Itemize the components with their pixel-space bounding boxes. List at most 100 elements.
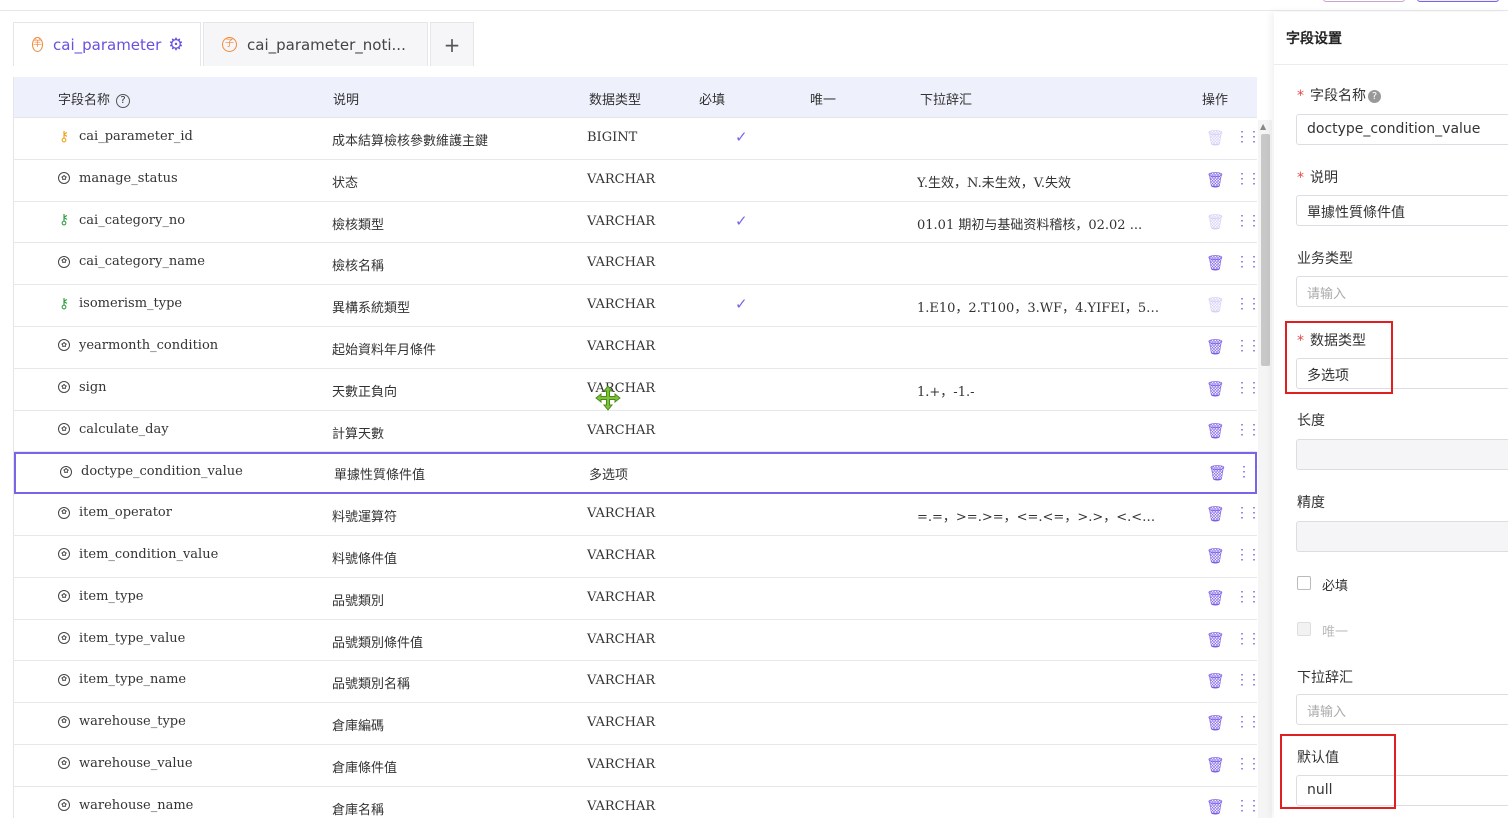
delete-icon[interactable]: 🗑 bbox=[1206, 505, 1225, 523]
field-name: item_type_name bbox=[79, 672, 187, 688]
scroll-thumb[interactable] bbox=[1261, 134, 1270, 366]
delete-icon[interactable]: 🗑 bbox=[1206, 296, 1225, 314]
drag-handle-icon[interactable]: ⋮⋮ bbox=[1235, 422, 1257, 438]
drag-handle-icon[interactable]: ⋮⋮ bbox=[1235, 505, 1257, 521]
delete-icon[interactable]: 🗑 bbox=[1206, 589, 1225, 607]
desc-label-text: 说明 bbox=[1310, 170, 1338, 186]
table-scrollbar[interactable]: ▲ bbox=[1258, 120, 1272, 818]
table-row[interactable]: ✿ item_condition_value 料號條件值 VARCHAR 🗑 ⋮⋮ bbox=[14, 536, 1257, 578]
length-input[interactable] bbox=[1296, 439, 1508, 470]
table-row[interactable]: ✿ item_type_name 品號類別名稱 VARCHAR 🗑 ⋮⋮ bbox=[14, 661, 1257, 704]
field-desc-cell: 成本結算檢核參數維護主鍵 bbox=[332, 134, 489, 149]
delete-icon[interactable]: 🗑 bbox=[1206, 171, 1225, 189]
dropdown-input[interactable]: 请输入 bbox=[1296, 694, 1508, 725]
delete-icon[interactable]: 🗑 bbox=[1206, 547, 1225, 565]
top-button-secondary[interactable] bbox=[1323, 0, 1405, 2]
top-button-primary[interactable] bbox=[1417, 0, 1499, 2]
delete-icon[interactable]: 🗑 bbox=[1206, 756, 1225, 774]
delete-icon[interactable]: 🗑 bbox=[1206, 798, 1225, 816]
drag-handle-icon[interactable]: ⋮⋮ bbox=[1235, 254, 1257, 270]
table-row[interactable]: ✿ warehouse_value 倉庫條件值 VARCHAR 🗑 ⋮⋮ bbox=[14, 745, 1257, 787]
table-row[interactable]: ⚷ isomerism_type 異構系統類型 VARCHAR ✓ 1.E10，2… bbox=[14, 285, 1257, 327]
drag-handle-icon[interactable]: ⋮⋮ bbox=[1235, 213, 1257, 229]
table-row[interactable]: ✿ cai_category_name 檢核名稱 VARCHAR 🗑 ⋮⋮ bbox=[14, 243, 1257, 286]
field-name: doctype_condition_value bbox=[81, 464, 243, 480]
drag-handle-icon[interactable]: ⋮⋮ bbox=[1235, 380, 1257, 396]
delete-icon[interactable]: 🗑 bbox=[1206, 672, 1225, 690]
field-type-cell: VARCHAR bbox=[587, 422, 656, 438]
header-dropdown: 下拉辞汇 bbox=[920, 93, 973, 108]
field-desc-cell: 檢核名稱 bbox=[332, 259, 385, 275]
help-icon[interactable]: ? bbox=[1368, 90, 1381, 103]
length-label: 长度 bbox=[1297, 413, 1325, 429]
field-name: isomerism_type bbox=[79, 296, 183, 312]
table-row[interactable]: ✿ item_operator 料號運算符 VARCHAR =.=，>=.>=，<… bbox=[14, 494, 1257, 536]
table-row[interactable]: ⚷ cai_category_no 檢核類型 VARCHAR ✓ 01.01 期初… bbox=[14, 202, 1257, 244]
delete-icon[interactable]: 🗑 bbox=[1206, 631, 1225, 649]
field-name: item_condition_value bbox=[79, 546, 219, 562]
delete-icon[interactable]: 🗑 bbox=[1206, 129, 1225, 147]
field-name: item_type bbox=[79, 588, 144, 604]
unique-checkbox[interactable] bbox=[1297, 622, 1311, 636]
tab-cai-parameter[interactable]: 羊 cai_parameter ⚙ bbox=[13, 22, 201, 66]
dropdown-cell: 01.01 期初与基础资料稽核，02.02 ... bbox=[917, 217, 1143, 233]
delete-icon[interactable]: 🗑 bbox=[1206, 714, 1225, 732]
drag-handle-icon[interactable]: ⋮⋮ bbox=[1235, 547, 1257, 563]
drag-handle-icon[interactable]: ⋮⋮ bbox=[1235, 589, 1257, 605]
field-name-input[interactable]: doctype_condition_value bbox=[1296, 114, 1508, 145]
biz-type-input[interactable]: 请输入 bbox=[1296, 276, 1508, 307]
drag-handle-icon[interactable]: ⋮⋮ bbox=[1235, 631, 1257, 647]
header-name: 字段名称? bbox=[58, 89, 131, 108]
header-name-label: 字段名称 bbox=[58, 93, 111, 108]
field-icon: ✿ bbox=[58, 255, 70, 268]
drag-handle-icon[interactable]: ⋮⋮ bbox=[1235, 338, 1257, 354]
scroll-up-arrow-icon[interactable]: ▲ bbox=[1260, 122, 1266, 131]
table-row[interactable]: ✿ warehouse_name 倉庫名稱 VARCHAR 🗑 ⋮⋮ bbox=[14, 787, 1257, 818]
table-row[interactable]: ✿ item_type_value 品號類別條件值 VARCHAR 🗑 ⋮⋮ bbox=[14, 620, 1257, 662]
drag-handle-icon[interactable]: ⋮⋮ bbox=[1235, 714, 1257, 730]
help-icon[interactable]: ? bbox=[116, 94, 131, 108]
desc-label: * 说明 bbox=[1297, 170, 1338, 186]
drag-handle-icon[interactable]: ⋮⋮ bbox=[1235, 296, 1257, 312]
field-desc-cell: 品號類別條件值 bbox=[332, 635, 424, 651]
drag-handle-icon[interactable]: ⋮⋮ bbox=[1235, 798, 1257, 814]
delete-icon[interactable]: 🗑 bbox=[1208, 464, 1227, 482]
table-row[interactable]: ✿ sign 天數正負向 VARCHAR 1.+，-1.- 🗑 ⋮⋮ bbox=[14, 369, 1257, 411]
table-row[interactable]: ✿ yearmonth_condition 起始資料年月條件 VARCHAR 🗑 … bbox=[14, 327, 1257, 369]
tab-cai-parameter-noti[interactable]: 子 cai_parameter_noti... bbox=[203, 22, 428, 66]
desc-input[interactable]: 單據性質條件值 bbox=[1296, 195, 1508, 226]
table-row[interactable]: ✿ manage_status 状态 VARCHAR Y.生效，N.未生效，V.失… bbox=[14, 160, 1257, 202]
delete-icon[interactable]: 🗑 bbox=[1206, 254, 1225, 272]
table-row[interactable]: ⚷ cai_parameter_id 成本結算檢核參數維護主鍵 BIGINT ✓ … bbox=[14, 118, 1257, 160]
drag-handle-icon[interactable]: ⋮⋮ bbox=[1235, 129, 1257, 145]
add-tab-button[interactable]: + bbox=[430, 22, 474, 66]
field-name: calculate_day bbox=[79, 421, 169, 437]
field-name: warehouse_value bbox=[79, 755, 193, 771]
gear-icon[interactable]: ⚙ bbox=[168, 35, 183, 55]
table-row-selected[interactable]: ✿ doctype_condition_value 單據性質條件值 多选项 🗑 ⋮… bbox=[14, 452, 1257, 495]
delete-icon[interactable]: 🗑 bbox=[1206, 213, 1225, 231]
drag-handle-icon[interactable]: ⋮⋮ bbox=[1235, 756, 1257, 772]
field-name-cell: ⚷ cai_parameter_id bbox=[58, 129, 193, 145]
field-name-label-text: 字段名称 bbox=[1310, 88, 1366, 104]
precision-input[interactable] bbox=[1296, 521, 1508, 552]
table-header: 字段名称? 说明 数据类型 必填 唯一 下拉辞汇 操作 bbox=[14, 77, 1257, 118]
field-desc-cell: 天數正負向 bbox=[332, 384, 398, 400]
field-type-cell: VARCHAR bbox=[587, 631, 656, 647]
required-check-icon: ✓ bbox=[735, 128, 748, 146]
field-desc-cell: 倉庫名稱 bbox=[332, 802, 385, 818]
drag-handle-icon[interactable]: ⋮⋮ bbox=[1235, 672, 1257, 688]
delete-icon[interactable]: 🗑 bbox=[1206, 338, 1225, 356]
table-row[interactable]: ✿ item_type 品號類別 VARCHAR 🗑 ⋮⋮ bbox=[14, 578, 1257, 620]
required-checkbox[interactable] bbox=[1297, 576, 1311, 590]
field-name: manage_status bbox=[79, 170, 178, 186]
field-desc-cell: 檢核類型 bbox=[332, 217, 385, 233]
drag-handle-icon[interactable]: ⋮⋮ bbox=[1237, 464, 1257, 480]
table-row[interactable]: ✿ warehouse_type 倉庫編碼 VARCHAR 🗑 ⋮⋮ bbox=[14, 703, 1257, 745]
delete-icon[interactable]: 🗑 bbox=[1206, 380, 1225, 398]
field-name-cell: ✿ manage_status bbox=[58, 171, 178, 186]
delete-icon[interactable]: 🗑 bbox=[1206, 422, 1225, 440]
field-type-cell: BIGINT bbox=[587, 130, 638, 145]
table-row[interactable]: ✿ calculate_day 計算天數 VARCHAR 🗑 ⋮⋮ bbox=[14, 411, 1257, 453]
drag-handle-icon[interactable]: ⋮⋮ bbox=[1235, 171, 1257, 187]
